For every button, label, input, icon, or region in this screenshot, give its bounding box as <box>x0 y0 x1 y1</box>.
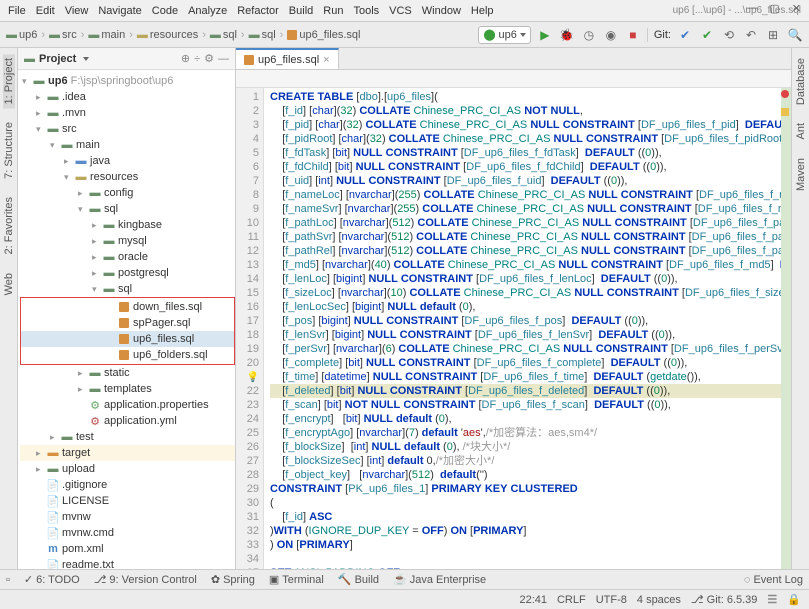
chevron-down-icon[interactable] <box>83 57 89 61</box>
window-controls: — ▢ ✕ <box>746 2 801 15</box>
status-indent[interactable]: 4 spaces <box>637 594 681 606</box>
menu-vcs[interactable]: VCS <box>389 5 412 17</box>
crumb-3[interactable]: resources <box>150 29 198 41</box>
search-icon[interactable]: 🔍 <box>787 27 803 43</box>
folder-icon: ▬ <box>88 29 99 41</box>
warning-marker[interactable] <box>781 108 789 116</box>
editor-tab[interactable]: up6_files.sql × <box>236 48 339 69</box>
git-history-icon[interactable]: ⟲ <box>721 27 737 43</box>
close-icon[interactable]: × <box>323 54 329 66</box>
git-update-icon[interactable]: ✔ <box>677 27 693 43</box>
folder-icon: ▬ <box>210 29 221 41</box>
tab-web[interactable]: Web <box>3 269 15 299</box>
tab-label: up6_files.sql <box>258 54 319 66</box>
breadcrumb: ▬up6› ▬src› ▬main› ▬resources› ▬sql› ▬sq… <box>6 29 360 41</box>
left-toolwindow-bar: 1: Project 7: Structure 2: Favorites Web <box>0 48 18 569</box>
folder-icon: ▬ <box>137 29 148 41</box>
select-opened-icon[interactable]: ⊕ <box>181 52 190 65</box>
gear-icon[interactable]: ⚙ <box>204 52 214 65</box>
editor-tabs: up6_files.sql × <box>236 48 791 70</box>
tab-spring[interactable]: ✿ Spring <box>211 573 255 586</box>
menu-code[interactable]: Code <box>152 5 178 17</box>
status-git-branch[interactable]: ⎇ Git: 6.5.39 <box>691 593 758 606</box>
tab-todo[interactable]: ✓ 6: TODO <box>24 573 80 586</box>
project-icon: ▬ <box>24 53 35 65</box>
folder-icon: ▬ <box>49 29 60 41</box>
menubar: File Edit View Navigate Code Analyze Ref… <box>0 0 809 22</box>
tab-event-log[interactable]: ◌ Event Log <box>744 574 803 586</box>
highlighted-files: down_files.sql spPager.sql up6_files.sql… <box>20 297 235 365</box>
sql-file-icon <box>287 30 297 40</box>
tab-version-control[interactable]: ⎇ 9: Version Control <box>94 573 197 586</box>
tab-build[interactable]: 🔨 Build <box>338 573 379 586</box>
gutter[interactable]: 1234567891011121314151617181920💡22232425… <box>236 88 264 569</box>
tab-project[interactable]: 1: Project <box>3 54 15 108</box>
folder-icon: ▬ <box>249 29 260 41</box>
status-cursor[interactable]: 22:41 <box>519 594 547 606</box>
debug-icon[interactable]: 🐞 <box>559 27 575 43</box>
tab-maven[interactable]: Maven <box>795 154 807 195</box>
status-encoding[interactable]: UTF-8 <box>596 594 627 606</box>
tab-ant[interactable]: Ant <box>795 119 807 144</box>
menu-run[interactable]: Run <box>323 5 343 17</box>
tab-structure[interactable]: 7: Structure <box>3 118 15 183</box>
menu-help[interactable]: Help <box>471 5 494 17</box>
tab-favorites[interactable]: 2: Favorites <box>3 193 15 258</box>
project-panel: ▬ Project ⊕ ÷ ⚙ — ▾▬up6 F:\jsp\springboo… <box>18 48 236 569</box>
right-toolwindow-bar: Database Ant Maven <box>791 48 809 569</box>
structure-icon[interactable]: ⊞ <box>765 27 781 43</box>
coverage-icon[interactable]: ◷ <box>581 27 597 43</box>
crumb-6: up6_files.sql <box>299 29 360 41</box>
stop-icon[interactable]: ■ <box>625 27 641 43</box>
menu-edit[interactable]: Edit <box>36 5 55 17</box>
editor: up6_files.sql × 1234567891011121314151617… <box>236 48 791 569</box>
hide-icon[interactable]: — <box>218 53 229 65</box>
validation-strip[interactable] <box>781 88 791 569</box>
git-label: Git: <box>654 29 671 41</box>
run-config-selector[interactable]: ⬤ up6 <box>478 26 530 44</box>
menu-view[interactable]: View <box>65 5 89 17</box>
minimize-icon[interactable]: — <box>746 2 757 15</box>
status-lock-icon[interactable]: 🔒 <box>787 593 801 606</box>
crumb-2[interactable]: main <box>101 29 125 41</box>
crumb-0[interactable]: up6 <box>19 29 37 41</box>
run-icon[interactable]: ▶ <box>537 27 553 43</box>
btn-quick-access[interactable]: ▫ <box>6 574 10 586</box>
menu-navigate[interactable]: Navigate <box>98 5 141 17</box>
menu-analyze[interactable]: Analyze <box>188 5 227 17</box>
menu-refactor[interactable]: Refactor <box>237 5 279 17</box>
profile-icon[interactable]: ◉ <box>603 27 619 43</box>
git-revert-icon[interactable]: ↶ <box>743 27 759 43</box>
folder-icon: ▬ <box>6 29 17 41</box>
crumb-4[interactable]: sql <box>223 29 237 41</box>
project-panel-title[interactable]: Project <box>39 53 76 65</box>
menu-build[interactable]: Build <box>289 5 313 17</box>
bottom-toolwindow-bar: ▫ ✓ 6: TODO ⎇ 9: Version Control ✿ Sprin… <box>0 569 809 589</box>
editor-breadcrumb <box>236 70 791 88</box>
code-area[interactable]: CREATE TABLE [dbo].[up6_files]( [f_id] [… <box>264 88 791 569</box>
toolbar: ▬up6› ▬src› ▬main› ▬resources› ▬sql› ▬sq… <box>0 22 809 48</box>
git-commit-icon[interactable]: ✔ <box>699 27 715 43</box>
menu-tools[interactable]: Tools <box>353 5 379 17</box>
tab-database[interactable]: Database <box>795 54 807 109</box>
expand-icon[interactable]: ÷ <box>194 53 200 65</box>
status-eol[interactable]: CRLF <box>557 594 586 606</box>
menu-file[interactable]: File <box>8 5 26 17</box>
menu-window[interactable]: Window <box>422 5 461 17</box>
maximize-icon[interactable]: ▢ <box>769 2 779 15</box>
tree-item-selected: up6_files.sql <box>21 331 234 347</box>
crumb-1[interactable]: src <box>62 29 77 41</box>
project-panel-header: ▬ Project ⊕ ÷ ⚙ — <box>18 48 235 70</box>
sql-file-icon <box>244 55 254 65</box>
status-memory-icon[interactable]: ☰ <box>767 593 777 606</box>
close-icon[interactable]: ✕ <box>792 2 801 15</box>
crumb-5[interactable]: sql <box>262 29 276 41</box>
tab-java-enterprise[interactable]: ☕ Java Enterprise <box>393 573 486 586</box>
tab-terminal[interactable]: ▣ Terminal <box>269 573 324 586</box>
project-tree[interactable]: ▾▬up6 F:\jsp\springboot\up6 ▸▬.idea ▸▬.m… <box>18 70 235 569</box>
error-marker[interactable] <box>781 90 789 98</box>
statusbar: 22:41 CRLF UTF-8 4 spaces ⎇ Git: 6.5.39 … <box>0 589 809 609</box>
